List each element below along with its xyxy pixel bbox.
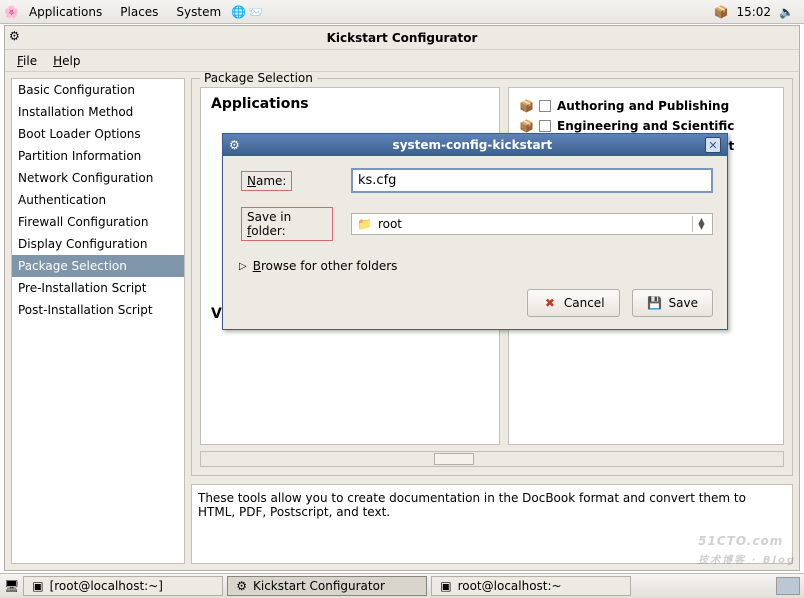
checkbox[interactable] xyxy=(539,120,551,132)
browse-label: Browse for other folders xyxy=(253,259,398,273)
terminal-icon: ▣ xyxy=(440,579,451,593)
sidebar-item-network-configuration[interactable]: Network Configuration xyxy=(12,167,184,189)
menubar: File Help xyxy=(5,50,799,72)
save-label: Save xyxy=(669,296,698,310)
task-kickstart[interactable]: ⚙ Kickstart Configurator xyxy=(227,576,427,596)
menu-file[interactable]: File xyxy=(9,52,45,70)
browse-expander[interactable]: ▷ Browse for other folders xyxy=(237,255,713,283)
description-box: These tools allow you to create document… xyxy=(191,484,793,564)
sidebar-item-boot-loader-options[interactable]: Boot Loader Options xyxy=(12,123,184,145)
terminal-icon: ▣ xyxy=(32,579,43,593)
update-icon[interactable]: 📦 xyxy=(714,5,729,19)
sidebar-item-authentication[interactable]: Authentication xyxy=(12,189,184,211)
folder-value: root xyxy=(378,217,402,231)
gnome-bottom-panel: 🖥 ▣ [root@localhost:~] ⚙ Kickstart Confi… xyxy=(0,573,804,598)
expander-triangle-icon: ▷ xyxy=(239,261,247,272)
app-icon: ⚙ xyxy=(236,579,247,593)
close-icon[interactable]: ✕ xyxy=(705,137,721,153)
task-terminal-2[interactable]: ▣ root@localhost:~ xyxy=(431,576,631,596)
gnome-top-panel: 🌸 Applications Places System 🌐 📨 📦 15:02… xyxy=(0,0,804,24)
places-menu[interactable]: Places xyxy=(112,3,166,21)
volume-icon[interactable]: 🔈 xyxy=(779,5,794,19)
mail-icon[interactable]: 📨 xyxy=(248,5,263,19)
checkbox[interactable] xyxy=(539,100,551,112)
name-label: Name: xyxy=(241,171,292,191)
group-label: Package Selection xyxy=(200,72,317,85)
sidebar-item-firewall-configuration[interactable]: Firewall Configuration xyxy=(12,211,184,233)
folder-icon: 📁 xyxy=(357,217,372,231)
group-header: Applications xyxy=(211,96,489,116)
sidebar-item-installation-method[interactable]: Installation Method xyxy=(12,101,184,123)
folder-label: Save in folder: xyxy=(241,207,333,241)
system-menu[interactable]: System xyxy=(168,3,229,21)
category-icon: 📦 xyxy=(519,99,533,113)
sidebar-item-pre-installation-script[interactable]: Pre-Installation Script xyxy=(12,277,184,299)
menu-help[interactable]: Help xyxy=(45,52,88,70)
save-dialog: ⚙ system-config-kickstart ✕ Name: Save i… xyxy=(222,133,728,330)
sidebar-item-post-installation-script[interactable]: Post-Installation Script xyxy=(12,299,184,321)
applications-menu[interactable]: Applications xyxy=(21,3,110,21)
distro-icon: 🌸 xyxy=(4,5,19,19)
window-title: Kickstart Configurator xyxy=(327,31,478,45)
cancel-button[interactable]: ✖ Cancel xyxy=(527,289,620,317)
workspace-switcher[interactable] xyxy=(776,577,800,595)
cancel-label: Cancel xyxy=(564,296,605,310)
sidebar-item-partition-information[interactable]: Partition Information xyxy=(12,145,184,167)
folder-combo[interactable]: 📁 root ▲▼ xyxy=(351,213,713,235)
dialog-icon: ⚙ xyxy=(229,138,240,152)
filename-input[interactable] xyxy=(351,168,713,193)
sidebar: Basic ConfigurationInstallation MethodBo… xyxy=(11,78,185,564)
task-terminal-1[interactable]: ▣ [root@localhost:~] xyxy=(23,576,223,596)
pkg-item[interactable]: 📦 Authoring and Publishing xyxy=(519,96,773,116)
sidebar-item-package-selection[interactable]: Package Selection xyxy=(12,255,184,277)
pkg-label: Engineering and Scientific xyxy=(557,119,734,133)
sidebar-item-display-configuration[interactable]: Display Configuration xyxy=(12,233,184,255)
save-button[interactable]: 💾 Save xyxy=(632,289,713,317)
pkg-label: Authoring and Publishing xyxy=(557,99,729,113)
dialog-titlebar[interactable]: ⚙ system-config-kickstart ✕ xyxy=(223,134,727,156)
window-titlebar: ⚙ Kickstart Configurator xyxy=(5,26,799,50)
save-icon: 💾 xyxy=(647,295,663,311)
category-icon: 📦 xyxy=(519,119,533,133)
horizontal-scrollbar[interactable] xyxy=(200,451,784,467)
show-desktop-icon[interactable]: 🖥 xyxy=(4,579,19,593)
combo-arrow-icon[interactable]: ▲▼ xyxy=(692,216,710,232)
window-icon: ⚙ xyxy=(9,29,20,43)
sidebar-item-basic-configuration[interactable]: Basic Configuration xyxy=(12,79,184,101)
dialog-title-text: system-config-kickstart xyxy=(240,138,705,152)
cancel-icon: ✖ xyxy=(542,295,558,311)
clock[interactable]: 15:02 xyxy=(736,5,771,19)
browser-icon[interactable]: 🌐 xyxy=(231,5,246,19)
